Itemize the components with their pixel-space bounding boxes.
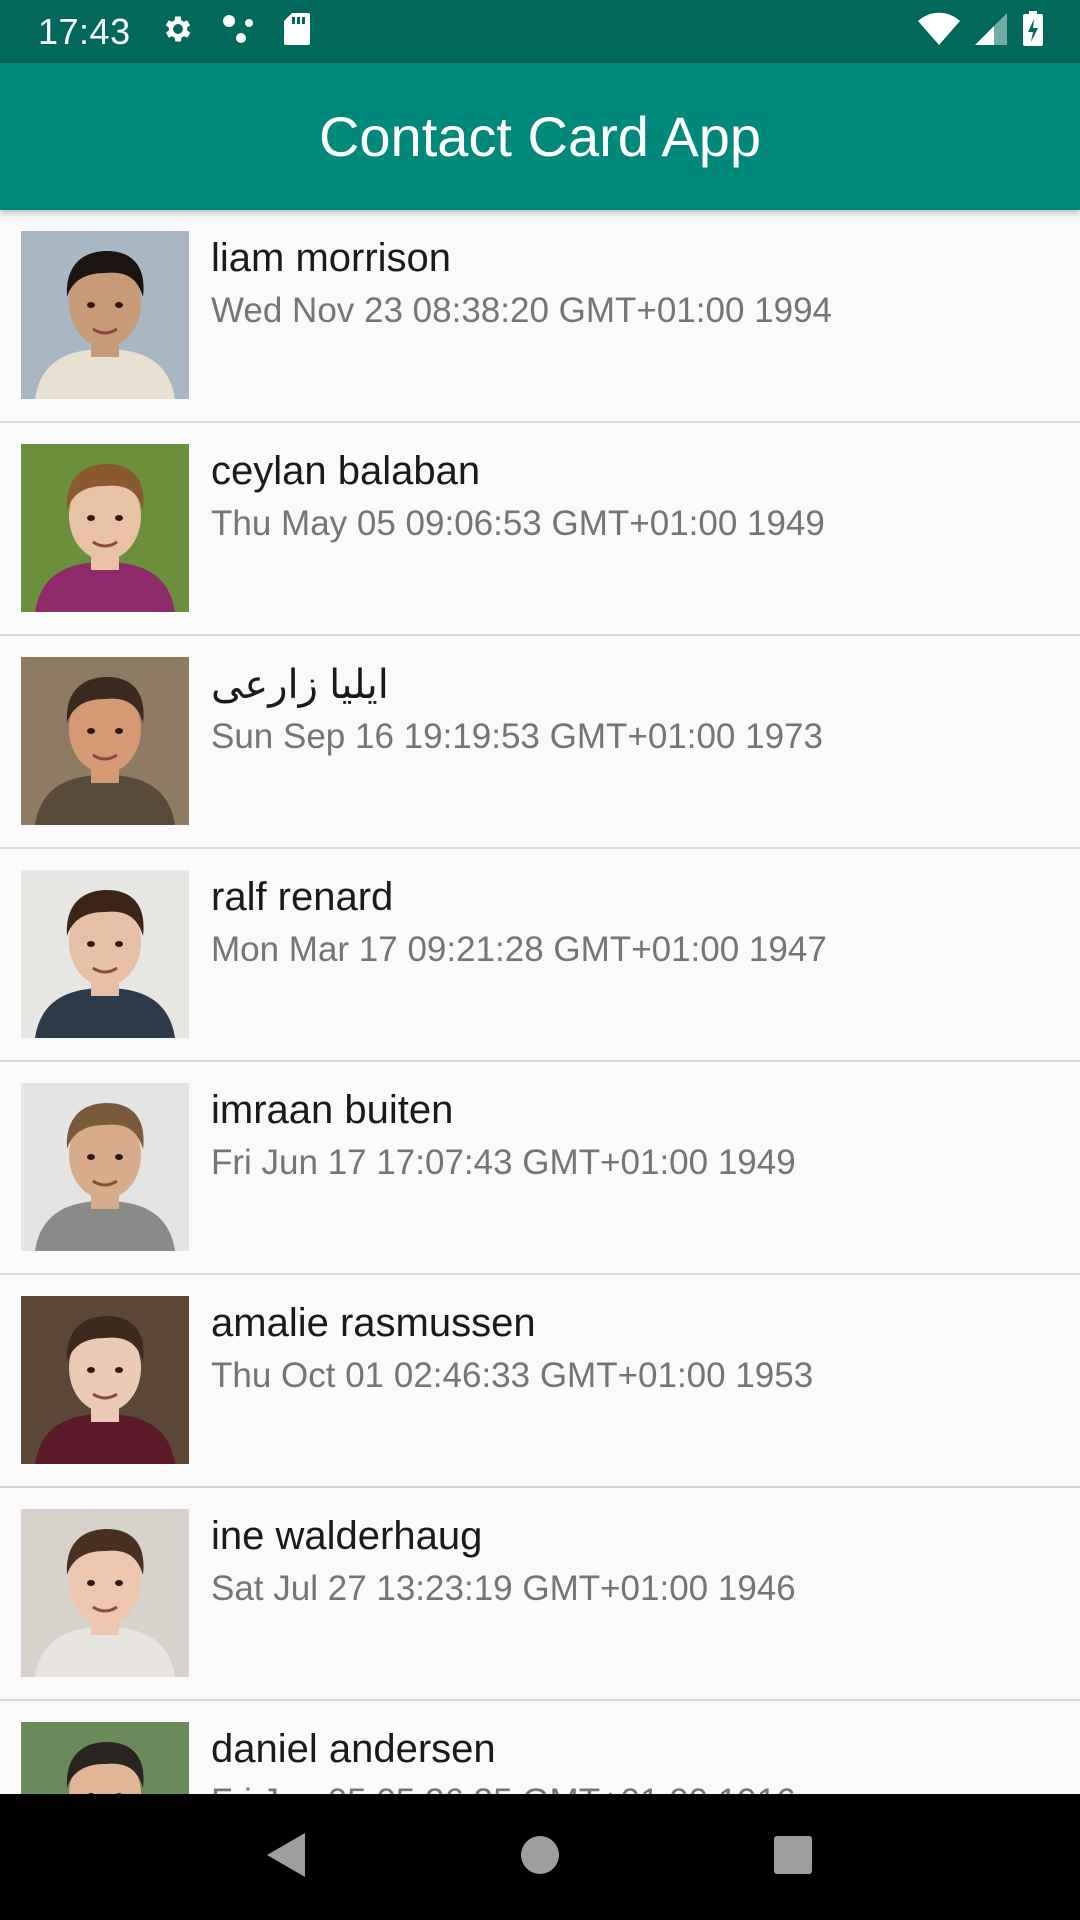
contact-avatar	[21, 1296, 189, 1464]
contact-date: Thu May 05 09:06:53 GMT+01:00 1949	[211, 504, 825, 543]
contact-name: ine walderhaug	[211, 1514, 483, 1558]
contact-name: ralf renard	[211, 875, 394, 919]
contact-avatar	[21, 1509, 189, 1677]
contact-date: Fri Jan 05 05:26:35 GMT+01:00 1916	[211, 1782, 796, 1794]
contact-avatar	[21, 1722, 189, 1794]
contact-row[interactable]: liam morrison Wed Nov 23 08:38:20 GMT+01:…	[0, 210, 1080, 423]
contact-date: Mon Mar 17 09:21:28 GMT+01:00 1947	[211, 930, 827, 969]
contact-name: daniel andersen	[211, 1727, 496, 1771]
battery-charging-icon	[1022, 11, 1044, 52]
dots-icon	[221, 12, 257, 51]
app-title: Contact Card App	[318, 105, 762, 168]
contact-row[interactable]: ine walderhaug Sat Jul 27 13:23:19 GMT+01…	[0, 1488, 1080, 1701]
contact-name: liam morrison	[211, 236, 452, 280]
contact-name: imraan buiten	[211, 1088, 454, 1132]
contact-avatar	[21, 1083, 189, 1251]
contact-row[interactable]: imraan buiten Fri Jun 17 17:07:43 GMT+01:…	[0, 1062, 1080, 1275]
status-time: 17:43	[38, 10, 131, 52]
contact-avatar	[21, 657, 189, 825]
back-button[interactable]	[242, 1812, 332, 1902]
contact-date: Fri Jun 17 17:07:43 GMT+01:00 1949	[211, 1143, 796, 1182]
home-icon	[520, 1835, 560, 1880]
navigation-bar	[0, 1794, 1080, 1920]
contact-date: Sat Jul 27 13:23:19 GMT+01:00 1946	[211, 1569, 796, 1608]
app-bar: Contact Card App	[0, 63, 1080, 210]
contact-name: ceylan balaban	[211, 449, 481, 493]
contact-avatar	[21, 870, 189, 1038]
wifi-icon	[918, 12, 960, 51]
recents-icon	[773, 1835, 813, 1880]
contact-date: Thu Oct 01 02:46:33 GMT+01:00 1953	[211, 1356, 814, 1395]
signal-icon	[974, 12, 1008, 51]
contact-list[interactable]: liam morrison Wed Nov 23 08:38:20 GMT+01:…	[0, 210, 1080, 1794]
home-button[interactable]	[495, 1812, 585, 1902]
contact-name: ایلیا زارعی	[211, 663, 389, 707]
sd-card-icon	[283, 12, 311, 51]
contact-date: Sun Sep 16 19:19:53 GMT+01:00 1973	[211, 717, 823, 756]
contact-avatar	[21, 231, 189, 399]
recents-button[interactable]	[748, 1812, 838, 1902]
back-icon	[265, 1831, 309, 1884]
contact-avatar	[21, 444, 189, 612]
contact-row[interactable]: daniel andersen Fri Jan 05 05:26:35 GMT+0…	[0, 1701, 1080, 1794]
status-bar: 17:43	[0, 0, 1080, 63]
contact-row[interactable]: ralf renard Mon Mar 17 09:21:28 GMT+01:00…	[0, 849, 1080, 1062]
contact-name: amalie rasmussen	[211, 1301, 536, 1345]
contact-date: Wed Nov 23 08:38:20 GMT+01:00 1994	[211, 291, 833, 330]
contact-row[interactable]: amalie rasmussen Thu Oct 01 02:46:33 GMT+…	[0, 1275, 1080, 1488]
gear-icon	[161, 12, 195, 51]
contact-row[interactable]: ceylan balaban Thu May 05 09:06:53 GMT+01…	[0, 423, 1080, 636]
contact-row[interactable]: ایلیا زارعی Sun Sep 16 19:19:53 GMT+01:00…	[0, 636, 1080, 849]
